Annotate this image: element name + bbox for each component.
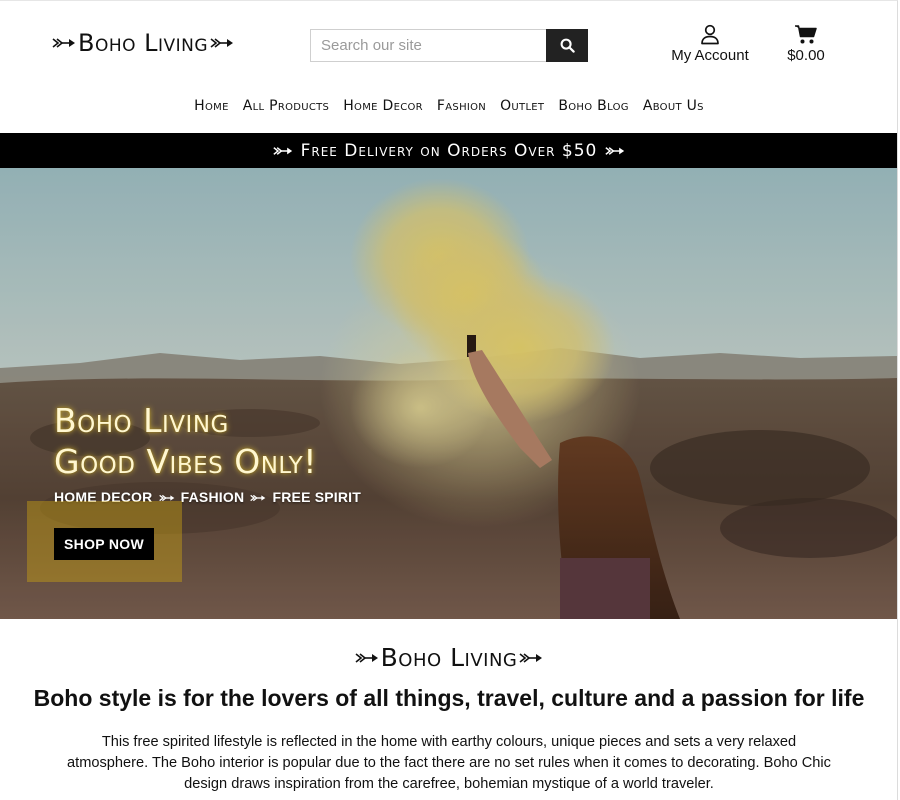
hero-title: Boho Living Good Vibes Only!: [54, 400, 317, 482]
hero-banner: Boho Living Good Vibes Only! HOME DECOR …: [0, 168, 897, 619]
intro-logo: Boho Living: [0, 643, 897, 672]
main-nav: Home All Products Home Decor Fashion Out…: [0, 98, 897, 114]
search-input[interactable]: [310, 29, 546, 62]
arrow-icon: [250, 495, 266, 502]
nav-item-outlet[interactable]: Outlet: [500, 98, 544, 114]
nav-item-about-us[interactable]: About Us: [643, 98, 704, 114]
nav-item-home[interactable]: Home: [194, 98, 229, 114]
nav-item-home-decor[interactable]: Home Decor: [343, 98, 423, 114]
intro-heading: Boho style is for the lovers of all thin…: [33, 685, 865, 711]
account-label: My Account: [671, 47, 749, 64]
hero-title-line2: Good Vibes Only!: [54, 442, 317, 481]
cart-total: $0.00: [787, 47, 825, 64]
shop-now-button[interactable]: SHOP NOW: [54, 528, 154, 560]
site-header: Boho Living My Account: [0, 1, 897, 133]
arrow-icon: [210, 38, 234, 48]
intro-body: This free spirited lifestyle is reflecte…: [67, 734, 831, 792]
arrow-icon: [272, 146, 292, 155]
nav-item-all-products[interactable]: All Products: [243, 98, 330, 114]
search-bar: [310, 29, 588, 62]
account-link[interactable]: My Account: [668, 24, 752, 64]
search-icon: [560, 38, 575, 53]
hero-subtitle-part2: FASHION: [180, 489, 245, 505]
nav-item-fashion[interactable]: Fashion: [437, 98, 486, 114]
promo-text: Free Delivery on Orders Over $50: [300, 140, 598, 161]
user-icon: [701, 24, 719, 45]
hero-subtitle-part3: FREE SPIRIT: [272, 489, 362, 505]
promo-banner: Free Delivery on Orders Over $50: [0, 133, 897, 168]
cart-link[interactable]: $0.00: [782, 24, 830, 64]
search-button[interactable]: [546, 29, 588, 62]
cart-icon: [795, 25, 817, 44]
logo-text: Boho Living: [78, 29, 209, 57]
intro-logo-text: Boho Living: [380, 643, 518, 672]
page: Boho Living My Account: [0, 0, 898, 800]
hero-title-line1: Boho Living: [54, 401, 229, 440]
arrow-icon: [605, 146, 625, 155]
arrow-icon: [52, 38, 75, 48]
arrow-icon: [355, 652, 378, 663]
arrow-icon: [519, 652, 543, 663]
site-logo[interactable]: Boho Living: [52, 29, 234, 57]
nav-item-boho-blog[interactable]: Boho Blog: [558, 98, 628, 114]
